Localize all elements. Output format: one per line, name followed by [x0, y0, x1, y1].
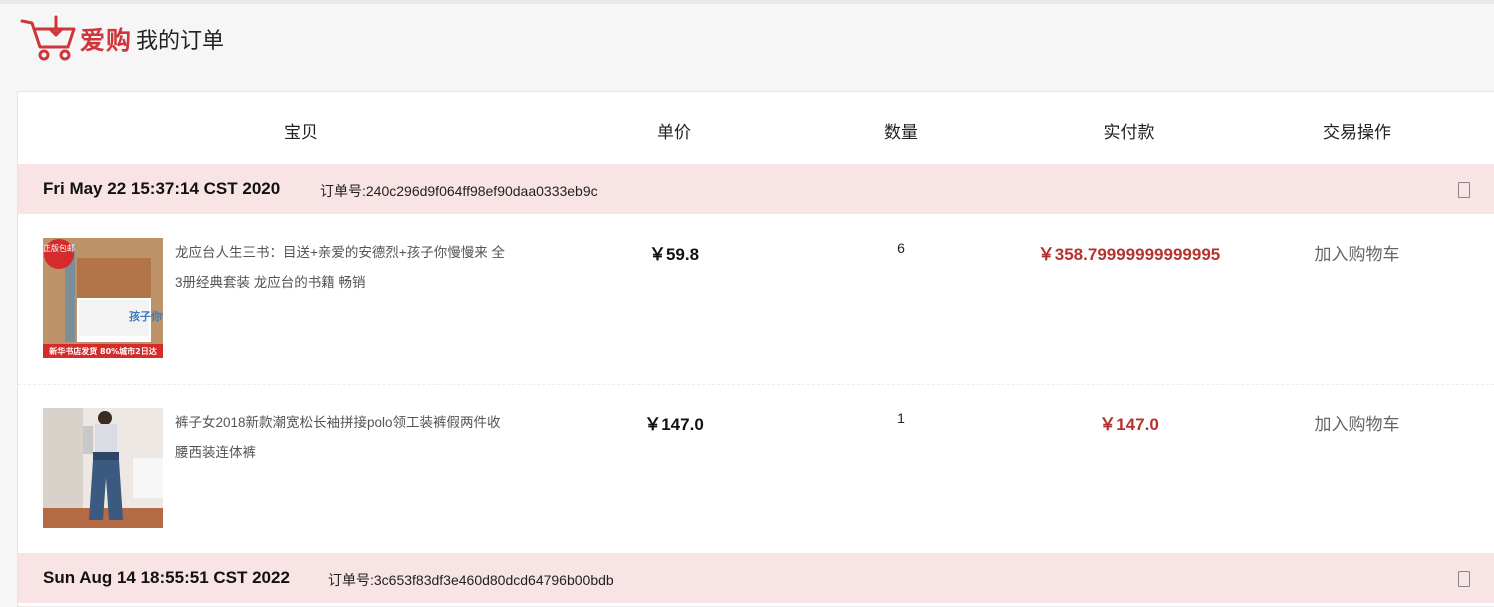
order-date: Sun Aug 14 18:55:51 CST 2022 [43, 568, 290, 587]
thumb-caption-text: 新华书店发货 80%城市2日达 [49, 346, 157, 356]
table-header: 宝贝 单价 数量 实付款 交易操作 [18, 92, 1494, 164]
column-header-paid: 实付款 [1103, 123, 1155, 142]
order-header: Sun Aug 14 18:55:51 CST 2022 订单号:3c653f8… [18, 553, 1494, 603]
order-date: Fri May 22 15:37:14 CST 2020 [43, 179, 281, 198]
paid-amount: ￥358.79999999999995 [1037, 245, 1221, 264]
order-number: 订单号:240c296d9f064ff98ef90daa0333eb9c [320, 183, 598, 199]
trash-icon[interactable] [1458, 571, 1470, 587]
column-header-quantity: 数量 [884, 123, 918, 142]
top-strip [0, 0, 1494, 4]
product-title[interactable]: 龙应台人生三书：目送+亲爱的安德烈+孩子你慢慢来 全3册经典套装 龙应台的书籍 … [175, 238, 510, 298]
orders-panel: 宝贝 单价 数量 实付款 交易操作 Fri May 22 15:37:14 CS… [17, 91, 1494, 607]
quantity: 6 [897, 240, 905, 256]
trash-icon[interactable] [1458, 182, 1470, 198]
product-thumbnail-book[interactable]: 孩子你慢慢来 正版包邮 新华书店发货 80%城市2日达 [43, 238, 163, 358]
brand-logo-text: 爱购 [80, 27, 133, 55]
column-header-actions: 交易操作 [1323, 123, 1391, 142]
shopping-cart-logo-icon [20, 15, 76, 61]
add-to-cart-link[interactable]: 加入购物车 [1315, 410, 1400, 435]
product-thumbnail-jeans[interactable] [43, 408, 163, 528]
order-item: 裤子女2018新款潮宽松长袖拼接polo领工装裤假两件收腰西装连体裤 ￥147.… [18, 384, 1494, 554]
paid-amount: ￥147.0 [1099, 415, 1159, 434]
page-header: 爱购 我的订单 [20, 14, 224, 64]
book-cover-title: 孩子你慢慢来 [129, 309, 163, 323]
add-to-cart-link[interactable]: 加入购物车 [1315, 240, 1400, 265]
order-item: 孩子你慢慢来 正版包邮 新华书店发货 80%城市2日达 龙应台人生三书：目送+亲… [18, 214, 1494, 384]
column-header-item: 宝贝 [284, 123, 318, 142]
thumb-badge-text: 正版包邮 [43, 243, 75, 253]
order-number: 订单号:3c653f83df3e460d80dcd64796b00bdb [328, 572, 614, 588]
unit-price: ￥59.8 [648, 245, 700, 264]
unit-price: ￥147.0 [644, 415, 704, 434]
column-header-unit-price: 单价 [657, 123, 691, 142]
quantity: 1 [897, 410, 905, 426]
page-title: 我的订单 [136, 28, 225, 53]
product-title[interactable]: 裤子女2018新款潮宽松长袖拼接polo领工装裤假两件收腰西装连体裤 [175, 408, 510, 468]
order-header: Fri May 22 15:37:14 CST 2020 订单号:240c296… [18, 164, 1494, 214]
